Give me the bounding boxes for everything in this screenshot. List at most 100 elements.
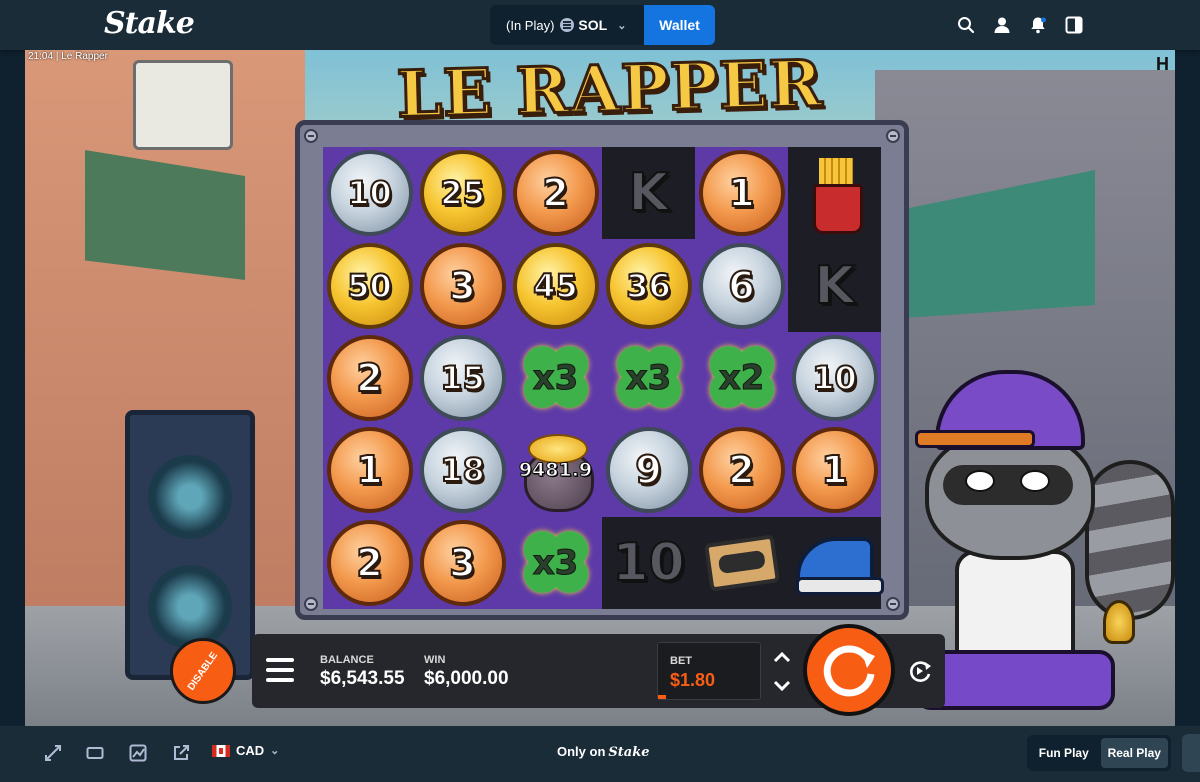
reel-cell: 3 (416, 516, 509, 609)
reel-cell: 50 (323, 239, 416, 332)
currency-selector[interactable]: CAD ⌄ (212, 743, 279, 758)
bet-increase-icon[interactable] (773, 651, 791, 663)
bet-label: BET (670, 655, 692, 667)
menu-icon[interactable] (266, 658, 294, 682)
fullscreen-icon[interactable] (42, 743, 64, 763)
bet-display: BET $1.80 (657, 642, 761, 700)
only-on-text: Only on (557, 744, 606, 759)
money-pot-symbol: 9481.9 (514, 428, 598, 513)
card-symbol: K (813, 255, 855, 317)
bet-value: $1.80 (670, 670, 716, 690)
header-actions (948, 14, 1092, 36)
reel-cell: K (788, 239, 881, 332)
disable-button[interactable]: DISABLE (170, 638, 236, 704)
reel-cell: 10 (602, 516, 695, 609)
game-name-overlay: Le Rapper (61, 51, 108, 62)
stats-icon[interactable] (127, 743, 149, 763)
spin-button[interactable] (803, 624, 895, 716)
silver-coin-symbol: 6 (698, 242, 785, 329)
multiplier-value: x3 (532, 542, 579, 583)
silver-coin-symbol: 18 (419, 427, 506, 514)
microphone-icon (1103, 600, 1135, 644)
balance-currency: SOL (578, 17, 608, 33)
balance-value: $6,543.55 (320, 668, 405, 689)
balance-label: BALANCE (320, 654, 374, 666)
canada-flag-icon (212, 744, 230, 757)
scroll-handle[interactable] (1182, 734, 1200, 772)
reel-cell (788, 147, 881, 240)
clover-multiplier-symbol: x2 (702, 338, 782, 418)
card-symbol: 10 (611, 532, 685, 594)
clover-multiplier-symbol: x3 (609, 338, 689, 418)
reel-cell: 45 (509, 239, 602, 332)
notification-icon[interactable] (1020, 14, 1056, 36)
spin-icon (823, 645, 875, 697)
user-icon[interactable] (984, 14, 1020, 36)
silver-coin-symbol: 10 (791, 334, 878, 421)
silver-coin-symbol: 15 (419, 334, 506, 421)
bet-decrease-icon[interactable] (773, 680, 791, 692)
popout-icon[interactable] (170, 743, 192, 763)
reel-cell: x2 (695, 331, 788, 425)
wallet-button[interactable]: Wallet (644, 5, 715, 45)
clover-multiplier-symbol: x3 (516, 523, 596, 603)
reel-cell: 25 (416, 147, 509, 240)
bronze-coin-symbol: 2 (326, 519, 413, 606)
win-label: WIN (424, 654, 446, 666)
bronze-coin-symbol: 2 (512, 150, 599, 237)
reel-cell (788, 516, 884, 609)
balance-status: (In Play) (506, 17, 555, 33)
bronze-coin-symbol: 2 (326, 334, 413, 421)
silver-coin-symbol: 9 (605, 427, 692, 514)
bronze-coin-symbol: 3 (419, 242, 506, 329)
bet-level-bar (658, 695, 666, 699)
reel-cell: 10 (788, 331, 881, 425)
bolt-icon (304, 597, 318, 611)
search-icon[interactable] (948, 14, 984, 36)
reel-cell: 2 (323, 516, 416, 609)
game-viewport[interactable]: 21:04 | Le Rapper H LE RAPPER 10 25 2 K 1 50 3… (25, 50, 1175, 726)
bottom-bar: CAD ⌄ Only on Stake Fun Play Real Play (0, 726, 1200, 782)
sol-coin-icon (560, 18, 575, 32)
bolt-icon (304, 129, 318, 143)
bet-stepper (764, 642, 800, 700)
reel-cell: 3 (416, 239, 509, 332)
bronze-coin-symbol: 3 (419, 519, 506, 606)
reel-cell (695, 516, 788, 609)
top-bar: Stake (In Play) SOL ⌄ Wallet (0, 0, 1200, 50)
reel-cell: 1 (788, 424, 881, 517)
reel-cell: 1 (695, 147, 788, 240)
chevron-down-icon: ⌄ (270, 745, 280, 757)
bronze-coin-symbol: 1 (326, 427, 413, 514)
only-on-stake: Only on Stake (557, 744, 650, 760)
game-clock-overlay: 21:04 | Le Rapper (28, 51, 108, 62)
pot-value: 9481.9 (518, 459, 593, 482)
reel-cell: x3 (602, 331, 695, 425)
autoplay-button[interactable] (897, 648, 943, 694)
reel-cell: x3 (509, 516, 602, 609)
multiplier-value: x3 (625, 357, 672, 398)
sidebar-toggle-icon[interactable] (1056, 14, 1092, 36)
reel-cell: 6 (695, 239, 788, 332)
autoplay-icon (910, 661, 931, 682)
real-play-button[interactable]: Real Play (1100, 738, 1168, 768)
gold-coin-symbol: 50 (326, 242, 413, 329)
theatre-mode-icon[interactable] (84, 743, 106, 763)
reel-cell: 2 (323, 331, 416, 425)
multiplier-value: x3 (532, 357, 579, 398)
disable-label: DISABLE (185, 649, 221, 693)
fun-play-button[interactable]: Fun Play (1030, 738, 1098, 768)
multiplier-value: x2 (718, 357, 765, 398)
bolt-icon (886, 129, 900, 143)
currency-code: CAD (236, 743, 265, 758)
bronze-coin-symbol: 1 (698, 150, 785, 237)
reel-cell: 18 (416, 424, 509, 517)
provider-mark-icon: H (1156, 54, 1169, 74)
balance-selector[interactable]: (In Play) SOL ⌄ (490, 5, 645, 45)
stake-logo[interactable]: Stake (104, 6, 195, 41)
silver-coin-symbol: 10 (326, 150, 413, 237)
air-conditioner-decoration (133, 60, 233, 150)
fries-icon (807, 158, 863, 235)
reel-cell: 36 (602, 239, 695, 332)
gold-coin-symbol: 25 (419, 150, 506, 237)
